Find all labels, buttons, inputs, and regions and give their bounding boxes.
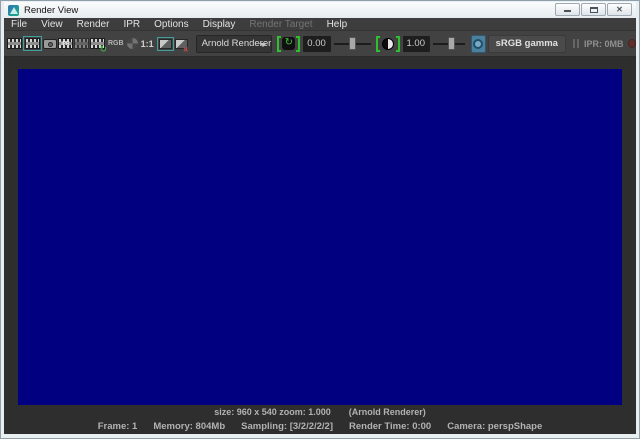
gamma-slider-handle[interactable]: [448, 37, 455, 50]
stop-ipr-icon[interactable]: [628, 39, 636, 48]
close-icon: ✕: [608, 5, 631, 14]
remove-image-icon[interactable]: ✕: [175, 34, 188, 54]
frame-label: Frame: 1: [98, 421, 138, 432]
render-region-icon[interactable]: [23, 34, 42, 54]
render-time-label: Render Time: 0:00: [349, 421, 431, 432]
snapshot-icon[interactable]: [43, 34, 57, 54]
menu-options[interactable]: Options: [147, 18, 195, 31]
color-management-icon: [473, 39, 483, 49]
alpha-channel-icon[interactable]: [127, 34, 138, 54]
ipr-render-icon[interactable]: IPR: [58, 34, 73, 54]
info-bar: Frame: 1 Memory: 804Mb Sampling: [3/2/2/…: [4, 418, 636, 434]
exposure-control-icon[interactable]: [277, 36, 300, 52]
maximize-button[interactable]: [581, 3, 606, 16]
rgb-channels-icon[interactable]: RGB: [106, 34, 126, 54]
exposure-slider-handle[interactable]: [349, 37, 356, 50]
menu-display[interactable]: Display: [196, 18, 243, 31]
menu-ipr[interactable]: IPR: [116, 18, 147, 31]
size-zoom-label: size: 960 x 540 zoom: 1.000: [214, 407, 331, 417]
render-icon[interactable]: [7, 34, 22, 54]
status-bar: size: 960 x 540 zoom: 1.000 (Arnold Rend…: [4, 406, 636, 418]
ipr-memory-label: IPR: 0MB: [584, 39, 624, 49]
menu-view[interactable]: View: [34, 18, 70, 31]
render-view-app: File View Render IPR Options Display Ren…: [4, 18, 636, 434]
title-bar: Render View ✕: [4, 2, 636, 18]
memory-label: Memory: 804Mb: [153, 421, 225, 432]
refresh-ipr-region-icon[interactable]: [74, 34, 89, 54]
real-size-icon[interactable]: 1:1: [139, 34, 156, 54]
keep-image-icon[interactable]: [157, 34, 174, 54]
view-transform-button[interactable]: sRGB gamma: [488, 35, 566, 53]
exposure-shutter-icon: [282, 37, 295, 50]
gamma-contrast-icon: [382, 38, 394, 50]
minimize-icon: [564, 10, 571, 12]
chevron-down-icon: [259, 43, 267, 47]
pause-ipr-icon[interactable]: [573, 39, 579, 48]
remove-badge-icon: ✕: [183, 46, 189, 54]
menu-render[interactable]: Render: [70, 18, 117, 31]
menu-help[interactable]: Help: [320, 18, 355, 31]
close-button[interactable]: ✕: [607, 3, 632, 16]
window-controls: ✕: [554, 3, 632, 16]
toolbar: IPR ↻ RGB 1:1 ✕ Arnold Renderer 0.00: [4, 31, 636, 57]
render-view-window: Render View ✕ File View Render IPR Optio…: [0, 0, 640, 439]
maximize-icon: [590, 7, 598, 13]
gamma-value-field[interactable]: 1.00: [403, 36, 431, 52]
color-management-button[interactable]: [471, 35, 486, 53]
minimize-button[interactable]: [555, 3, 580, 16]
renderer-dropdown[interactable]: Arnold Renderer: [196, 35, 273, 53]
render-viewport[interactable]: [4, 57, 636, 406]
exposure-slider[interactable]: [334, 36, 370, 52]
gamma-control-icon[interactable]: [376, 36, 400, 52]
menu-file[interactable]: File: [4, 18, 34, 31]
gamma-slider[interactable]: [433, 36, 465, 52]
maya-app-icon: [8, 5, 19, 16]
redo-previous-render-icon[interactable]: ↻: [90, 34, 105, 54]
render-image[interactable]: [18, 69, 622, 405]
renderer-note-label: (Arnold Renderer): [349, 407, 426, 417]
exposure-value-field[interactable]: 0.00: [303, 36, 331, 52]
menu-render-target: Render Target: [242, 18, 319, 31]
window-title: Render View: [24, 5, 78, 16]
camera-label: Camera: perspShape: [447, 421, 542, 432]
sampling-label: Sampling: [3/2/2/2/2]: [241, 421, 333, 432]
menu-bar: File View Render IPR Options Display Ren…: [4, 18, 636, 31]
